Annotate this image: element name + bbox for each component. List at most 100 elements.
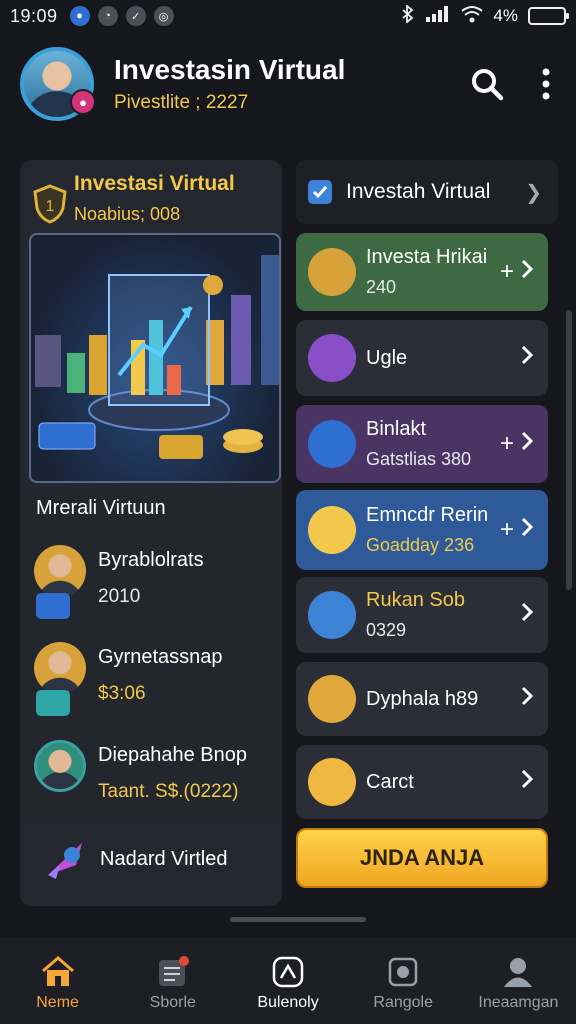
avatar[interactable]: ● bbox=[20, 47, 96, 121]
list-item[interactable]: Gyrnetassnap $3:06 bbox=[34, 642, 223, 716]
bluetooth-icon bbox=[401, 3, 415, 28]
portfolio-subtitle: Noabius; 008 bbox=[74, 204, 181, 224]
menu-row[interactable]: Ugle bbox=[296, 320, 548, 396]
avatar-icon bbox=[308, 248, 356, 296]
plus-icon: + bbox=[499, 430, 514, 457]
portfolio-card-header[interactable]: 1 Investasi Virtual Noabius; 008 bbox=[20, 160, 282, 225]
menu-row-title: Ugle bbox=[366, 346, 408, 369]
nav-item-score[interactable]: Sborle bbox=[115, 938, 230, 1024]
shield-icon bbox=[272, 956, 304, 988]
assets-list-title: Mrerali Virtuun bbox=[36, 497, 166, 519]
investment-illustration bbox=[29, 233, 281, 483]
chevron-right-icon bbox=[520, 258, 534, 286]
nav-item-shield[interactable]: Bulenoly bbox=[230, 938, 345, 1024]
primary-action-button[interactable]: JNDA ANJA bbox=[296, 828, 548, 888]
signal-icon bbox=[425, 5, 451, 28]
menu-row-subtitle: Gatstlias 380 bbox=[366, 449, 472, 469]
svg-text:1: 1 bbox=[46, 198, 55, 215]
menu-row-title: Rukan Sob bbox=[366, 589, 465, 611]
list-item[interactable]: Diepahahe Bnop Taant. S$.(0222) bbox=[34, 740, 247, 803]
check-icon bbox=[308, 180, 332, 204]
ticket-icon bbox=[36, 690, 70, 716]
menu-row[interactable]: Dyphala h89 bbox=[296, 662, 548, 736]
search-icon[interactable] bbox=[470, 67, 504, 101]
page-subtitle: Pivestlite ; 2227 bbox=[114, 92, 249, 113]
investment-header[interactable]: Investah Virtual ❯ bbox=[296, 160, 558, 224]
app-header: ● Investasin Virtual Pivestlite ; 2227 bbox=[0, 34, 576, 134]
home-icon bbox=[41, 956, 74, 986]
virtual-link[interactable]: Nadard Virtled bbox=[42, 835, 227, 883]
plus-icon: + bbox=[499, 258, 514, 285]
rocket-icon bbox=[48, 843, 82, 879]
list-item-name: Diepahahe Bnop bbox=[98, 744, 248, 766]
more-options-icon[interactable] bbox=[542, 68, 550, 100]
page-title: Investasin Virtual bbox=[114, 54, 346, 85]
chevron-right-icon bbox=[520, 516, 534, 544]
list-item-name: Byrablolrats bbox=[98, 549, 204, 571]
notification-icons: ● ◔ ✓ ◎ bbox=[69, 6, 174, 26]
menu-row-title: Emncdr Rerin bbox=[366, 504, 489, 526]
virtual-link-label: Nadard Virtled bbox=[100, 847, 228, 870]
nav-item-profile[interactable]: Ineaamgan bbox=[461, 938, 576, 1024]
menu-row[interactable]: Investa Hrikai 240 + bbox=[296, 233, 548, 311]
nav-item-home[interactable]: Neme bbox=[0, 938, 115, 1024]
list-item-value: Taant. S$.(0222) bbox=[98, 781, 239, 802]
portfolio-title: Investasi Virtual bbox=[74, 172, 235, 195]
nav-item-label: Sborle bbox=[149, 994, 196, 1011]
frame-icon bbox=[388, 957, 418, 987]
coin-icon bbox=[308, 420, 356, 468]
menu-row-subtitle: 240 bbox=[366, 277, 397, 297]
avatar bbox=[34, 545, 86, 619]
nav-item-range[interactable]: Rangole bbox=[346, 938, 461, 1024]
avatar-badge-icon: ● bbox=[70, 89, 96, 115]
shield-icon: 1 bbox=[33, 184, 67, 224]
portfolio-panel: 1 Investasi Virtual Noabius; 008 Mrerali… bbox=[20, 160, 282, 906]
menu-row-title: Dyphala h89 bbox=[366, 687, 479, 710]
chat-icon bbox=[308, 334, 356, 382]
nav-item-label: Neme bbox=[36, 994, 79, 1011]
chevron-right-icon bbox=[520, 430, 534, 458]
bottom-navigation: Neme Sborle Bulenoly Rangole Ineaamgan bbox=[0, 938, 576, 1024]
status-bar: 19:09 ● ◔ ✓ ◎ 4% bbox=[0, 0, 576, 32]
avatar bbox=[34, 642, 86, 716]
menu-row[interactable]: Emncdr Rerin Goadday 236 + bbox=[296, 490, 548, 570]
avatar bbox=[34, 740, 86, 792]
drag-handle[interactable] bbox=[230, 917, 366, 922]
trophy-icon bbox=[308, 758, 356, 806]
menu-row[interactable]: Rukan Sob 0329 bbox=[296, 577, 548, 653]
chevron-right-icon bbox=[520, 768, 534, 796]
menu-row-title: Carct bbox=[366, 770, 414, 793]
notification-icon: ● bbox=[69, 6, 90, 26]
person-icon bbox=[504, 958, 533, 987]
nav-item-label: Ineaamgan bbox=[478, 994, 559, 1011]
menu-row-subtitle: Goadday 236 bbox=[366, 535, 475, 555]
scrollbar[interactable] bbox=[566, 310, 572, 590]
notification-icon: ✓ bbox=[125, 6, 146, 26]
wifi-icon bbox=[461, 5, 484, 28]
menu-row[interactable]: Binlakt Gatstlias 380 + bbox=[296, 405, 548, 483]
list-item-name: Gyrnetassnap bbox=[98, 646, 223, 668]
nav-item-label: Rangole bbox=[373, 994, 434, 1011]
list-item[interactable]: Byrablolrats 2010 bbox=[34, 545, 204, 619]
box-icon bbox=[308, 591, 356, 639]
notification-icon: ◔ bbox=[97, 6, 118, 26]
key-icon bbox=[308, 506, 356, 554]
nav-item-label: Bulenoly bbox=[257, 994, 319, 1011]
menu-row-title: Investa Hrikai bbox=[366, 246, 488, 268]
investment-header-label: Investah Virtual bbox=[346, 180, 491, 203]
notification-icon: ◎ bbox=[153, 6, 174, 26]
status-time: 19:09 bbox=[10, 5, 58, 26]
chevron-right-icon bbox=[520, 601, 534, 629]
badge-icon bbox=[308, 675, 356, 723]
list-item-value: 2010 bbox=[98, 586, 141, 607]
cube-icon bbox=[36, 593, 70, 619]
list-item-value: $3:06 bbox=[98, 683, 146, 704]
menu-row-subtitle: 0329 bbox=[366, 620, 407, 640]
chevron-right-icon bbox=[520, 344, 534, 372]
list-icon bbox=[158, 956, 189, 986]
chevron-right-icon bbox=[520, 685, 534, 713]
battery-icon bbox=[528, 7, 569, 25]
menu-row[interactable]: Carct bbox=[296, 745, 548, 819]
menu-row-title: Binlakt bbox=[366, 418, 427, 440]
chevron-right-icon: ❯ bbox=[525, 181, 542, 204]
